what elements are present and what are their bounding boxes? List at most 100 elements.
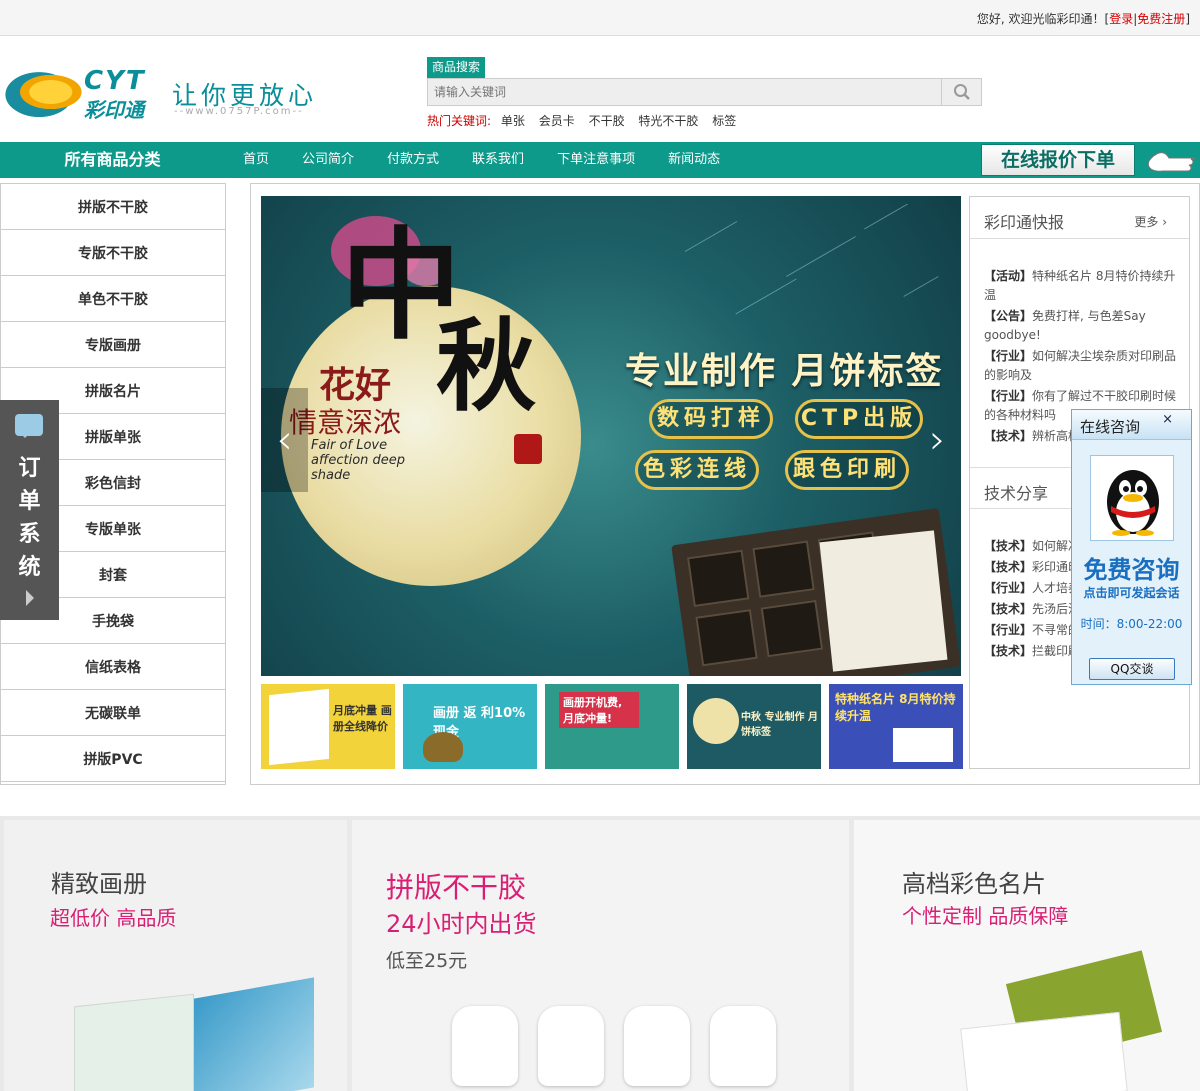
order-system-char: 统: [18, 555, 41, 580]
hot-keyword[interactable]: 标签: [712, 114, 736, 128]
sticker-graphic: [624, 1006, 690, 1086]
banner-next-button[interactable]: ›: [914, 388, 961, 492]
logo-brand: CYT: [84, 66, 146, 96]
nav-order-notes[interactable]: 下单注意事项: [557, 142, 635, 178]
consult-time: 时间：8:00-22:00: [1080, 617, 1183, 631]
category-item[interactable]: 单色不干胶: [1, 276, 225, 322]
category-item[interactable]: 专版画册: [1, 322, 225, 368]
banner-pill: 跟色印刷: [785, 450, 909, 490]
thumbnail-text: 画册开机费, 月底冲量!: [559, 692, 639, 728]
all-categories[interactable]: 所有商品分类: [0, 142, 225, 178]
nav-news[interactable]: 新闻动态: [668, 142, 720, 178]
nav-home[interactable]: 首页: [243, 142, 269, 178]
label-sheet-graphic: [819, 530, 948, 672]
main-nav: 所有商品分类 首页 公司简介 付款方式 联系我们 下单注意事项 新闻动态 在线报…: [0, 142, 1200, 178]
news-item[interactable]: 【活动】特种纸名片 8月特价持续升温: [984, 267, 1184, 305]
news-header: 彩印通快报 更多 ›: [970, 197, 1189, 239]
banner-english: Fair of Love affection deep shade: [311, 438, 406, 483]
search-tab[interactable]: 商品搜索: [427, 57, 485, 78]
rain-streak: [786, 236, 856, 277]
order-system-float[interactable]: 订 单 系 统: [0, 400, 59, 620]
nav-about[interactable]: 公司简介: [302, 142, 354, 178]
bracket-close: ]: [1185, 12, 1190, 26]
logo-url: --www.0757P.com--: [174, 106, 304, 117]
hero-banner[interactable]: 中 秋 花好 情意深浓 Fair of Love affection deep …: [261, 196, 961, 676]
close-icon[interactable]: ×: [1162, 412, 1173, 427]
brochure-page-graphic: [74, 993, 194, 1091]
promo-business-card[interactable]: 高档彩色名片 个性定制 品质保障: [854, 820, 1200, 1091]
news-tag: 【技术】: [984, 602, 1033, 616]
news-tag: 【行业】: [984, 389, 1033, 403]
moon-graphic: [693, 698, 739, 744]
consult-free-text: 免费咨询: [1083, 556, 1180, 584]
news-tag: 【行业】: [984, 581, 1033, 595]
qq-chat-button[interactable]: QQ交谈: [1089, 658, 1175, 680]
news-item[interactable]: 【公告】免费打样, 与色差Say goodbye!: [984, 307, 1184, 345]
logo-ring-icon: [4, 66, 82, 118]
news-tag: 【行业】: [984, 349, 1033, 363]
hot-keywords: 热门关键词: 单张 会员卡 不干胶 特光不干胶 标签: [427, 112, 746, 129]
category-item[interactable]: 拼版不干胶: [1, 184, 225, 230]
hot-keyword[interactable]: 会员卡: [539, 114, 575, 128]
banner-prev-button[interactable]: ‹: [261, 388, 308, 492]
banner-thumbnail[interactable]: 画册 返 利10%现金: [403, 684, 537, 769]
online-quote-button[interactable]: 在线报价下单: [981, 144, 1135, 176]
money-bag-icon: [423, 732, 463, 762]
news-tag: 【行业】: [984, 623, 1033, 637]
chat-bubble-icon: [15, 414, 43, 438]
news-title: 彩印通快报: [984, 213, 1065, 232]
search-icon: [953, 84, 970, 100]
nav-payment[interactable]: 付款方式: [387, 142, 439, 178]
register-link[interactable]: 免费注册: [1137, 12, 1185, 26]
consult-titlebar: 在线咨询 ×: [1072, 410, 1191, 440]
expand-arrow-icon[interactable]: [26, 590, 42, 606]
thumbnail-text: 中秋 专业制作 月饼标签: [741, 712, 818, 738]
search-button[interactable]: [941, 79, 981, 105]
consult-title: 在线咨询: [1080, 418, 1141, 436]
banner-thumbnail[interactable]: 画册开机费, 月底冲量!: [545, 684, 679, 769]
banner-thumbnails: 月底冲量 画册全线降价 画册 返 利10%现金 画册开机费, 月底冲量! 中秋 …: [261, 684, 965, 769]
hot-keyword[interactable]: 特光不干胶: [638, 114, 698, 128]
category-item[interactable]: 信纸表格: [1, 644, 225, 690]
sticker-graphic: [538, 1006, 604, 1086]
hot-keywords-label: 热门关键词:: [427, 114, 492, 128]
promo-brochure[interactable]: 精致画册 超低价 高品质: [4, 820, 347, 1091]
news-more-label: 更多: [1134, 215, 1159, 229]
banner-pill: CTP出版: [795, 399, 923, 439]
news-item[interactable]: 【行业】如何解决尘埃杂质对印刷品的影响及: [984, 347, 1184, 385]
banner-thumbnail[interactable]: 月底冲量 画册全线降价: [261, 684, 395, 769]
site-logo[interactable]: CYT 彩印通 让你更放心 --www.0757P.com--: [4, 62, 344, 122]
banner-pill: 数码打样: [649, 399, 773, 439]
promo-title: 高档彩色名片: [902, 870, 1046, 898]
category-item[interactable]: 专版不干胶: [1, 230, 225, 276]
promo-sticker[interactable]: 拼版不干胶 24小时内出货 低至25元: [352, 820, 849, 1091]
news-tag: 【技术】: [984, 429, 1033, 443]
search-input[interactable]: [428, 79, 942, 105]
category-item[interactable]: 拼版PVC: [1, 736, 225, 782]
thumbnail-graphic: [269, 688, 329, 766]
login-link[interactable]: 登录: [1109, 12, 1133, 26]
qq-avatar[interactable]: [1090, 455, 1174, 541]
nav-contact[interactable]: 联系我们: [472, 142, 524, 178]
sticker-graphic: [452, 1006, 518, 1086]
qq-penguin-icon: [1107, 470, 1159, 536]
promo-subtitle: 个性定制 品质保障: [902, 904, 1069, 928]
banner-thumbnail[interactable]: 特种纸名片 8月特价持续升温: [829, 684, 963, 769]
greeting-area: 您好, 欢迎光临彩印通！[登录|免费注册]: [977, 10, 1190, 27]
calligraphy-qiu: 秋: [436, 307, 536, 425]
category-item[interactable]: 无碳联单: [1, 690, 225, 736]
tech-share-title: 技术分享: [984, 484, 1049, 503]
promo-strip: 精致画册 超低价 高品质 拼版不干胶 24小时内出货 低至25元 高档彩色名片 …: [0, 816, 1200, 1091]
hot-keyword[interactable]: 不干胶: [589, 114, 625, 128]
online-consult-widget: 在线咨询 × 免费咨询 点击即可发起会话 时间：8:00-22:00 QQ交谈: [1071, 409, 1192, 685]
news-more-link[interactable]: 更多 ›: [1134, 213, 1167, 230]
brochure-page-graphic: [194, 977, 314, 1091]
promo-subtitle: 24小时内出货: [386, 910, 537, 938]
promo-title: 精致画册: [51, 870, 147, 898]
banner-thumbnail[interactable]: 中秋 专业制作 月饼标签: [687, 684, 821, 769]
news-tag: 【技术】: [984, 539, 1033, 553]
news-tag: 【技术】: [984, 644, 1033, 658]
hot-keyword[interactable]: 单张: [501, 114, 525, 128]
consult-click-text: 点击即可发起会话: [1083, 586, 1180, 600]
rain-streak: [903, 276, 939, 297]
